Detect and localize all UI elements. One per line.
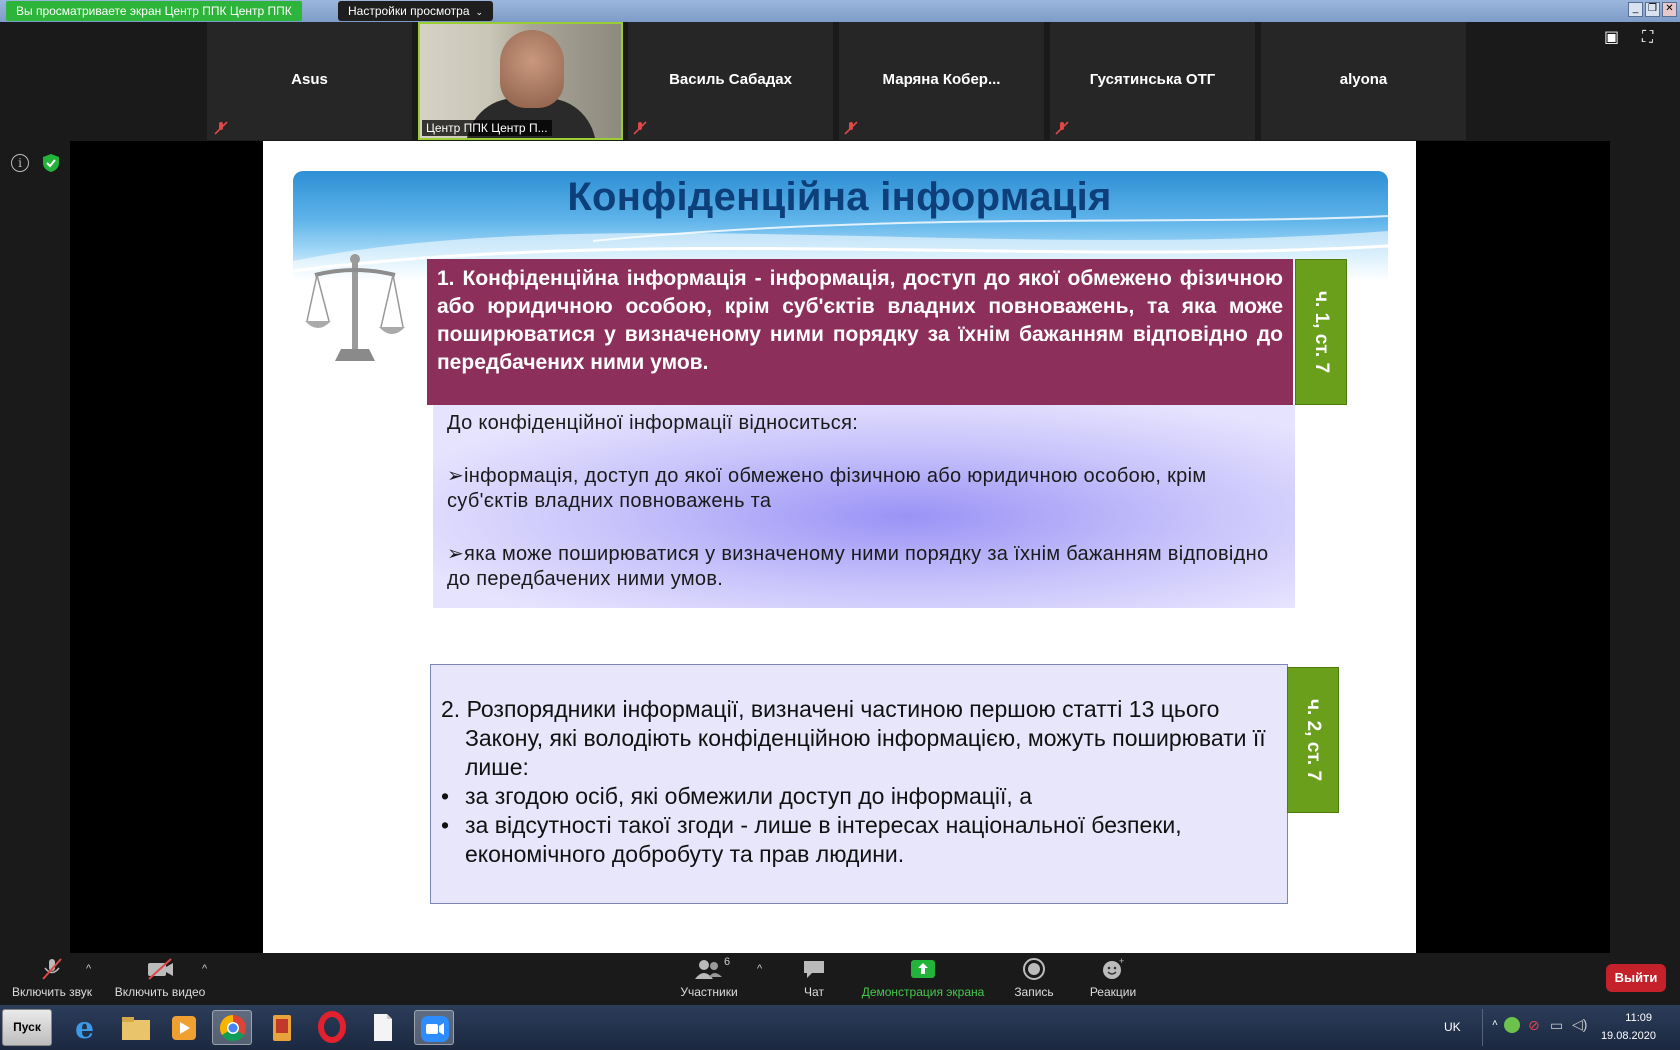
muted-mic-icon: [633, 121, 647, 135]
start-video-label: Включить видео: [114, 985, 206, 999]
article-reference-label: ч. 2, ст. 7: [1303, 698, 1324, 782]
network-alert-icon[interactable]: ⊘: [1528, 1017, 1544, 1033]
participant-name: Василь Сабадах: [669, 71, 792, 88]
restore-icon[interactable]: ❐: [1645, 2, 1660, 17]
language-indicator[interactable]: UK: [1444, 1020, 1461, 1034]
audio-options-caret[interactable]: ^: [86, 963, 91, 975]
gallery-view-icon[interactable]: ▣: [1604, 30, 1624, 46]
chrome-icon[interactable]: [212, 1010, 252, 1045]
participants-button[interactable]: Участники: [676, 957, 742, 999]
chevron-down-icon: ⌄: [475, 7, 484, 17]
document-icon[interactable]: [362, 1010, 402, 1045]
muted-mic-icon: [1055, 121, 1069, 135]
article-reference-label: ч. 1, ст. 7: [1311, 290, 1332, 374]
participants-options-caret[interactable]: ^: [757, 963, 762, 975]
details-item: ➢яка може поширюватися у визначеному ним…: [447, 543, 1269, 590]
internet-explorer-icon[interactable]: e: [66, 1010, 106, 1046]
video-person-head: [500, 30, 564, 108]
zoom-app-icon[interactable]: [414, 1010, 454, 1045]
top-right-controls: ▣ ⛶: [1604, 30, 1662, 46]
record-button[interactable]: Запись: [1010, 957, 1058, 999]
slide-title: Конфіденційна інформація: [567, 175, 1112, 219]
monitor-icon[interactable]: ▭: [1550, 1017, 1566, 1033]
article-reference-tag: ч. 1, ст. 7: [1295, 259, 1347, 405]
participant-tile[interactable]: Asus: [207, 22, 412, 140]
record-icon: [1023, 958, 1045, 980]
info-icon[interactable]: i: [11, 154, 29, 172]
title-bar: Вы просматриваете экран Центр ППК Центр …: [0, 0, 1680, 22]
active-video-tile[interactable]: Центр ППК Центр П...: [418, 22, 623, 140]
reactions-button[interactable]: + Реакции: [1086, 957, 1140, 999]
system-tray: UK ˄ ⊘ ▭ ◁) 11:09 19.08.2020: [1440, 1005, 1680, 1050]
screen-share-notice: Вы просматриваете экран Центр ППК Центр …: [6, 1, 302, 21]
definition-text: 1. Конфіденційна інформація - інформація…: [437, 267, 1283, 374]
close-icon[interactable]: ✕: [1662, 2, 1677, 17]
participant-name: alyona: [1339, 71, 1388, 88]
svg-text:e: e: [75, 1011, 94, 1045]
participants-count: 6: [724, 956, 731, 968]
meeting-toolbar: Включить звук ^ Включить видео ^ Участни…: [0, 953, 1680, 1005]
muted-mic-icon: [844, 121, 858, 135]
reaction-emoji-icon: +: [1103, 957, 1124, 979]
article-reference-tag: ч. 2, ст. 7: [1287, 667, 1339, 813]
share-screen-button[interactable]: Демонстрация экрана: [858, 957, 988, 999]
participant-name: Asus: [291, 71, 328, 88]
zoom-window: Вы просматриваете экран Центр ППК Центр …: [0, 0, 1680, 1050]
start-button[interactable]: Пуск: [2, 1009, 52, 1046]
share-screen-icon: [911, 960, 935, 978]
opera-icon[interactable]: [312, 1010, 352, 1045]
chat-button[interactable]: Чат: [794, 957, 834, 999]
disposers-box: 2. Розпорядники інформації, визначені ча…: [430, 664, 1288, 904]
participants-label: Участники: [680, 985, 738, 999]
disposers-list: за згодою осіб, які обмежили доступ до і…: [441, 782, 1275, 869]
svg-text:+: +: [1119, 957, 1124, 966]
start-video-button[interactable]: Включить видео: [112, 957, 208, 999]
clock-time[interactable]: 11:09: [1625, 1012, 1652, 1024]
file-explorer-icon[interactable]: [116, 1010, 156, 1045]
os-taskbar: Пуск e UK ˄ ⊘ ▭ ◁) 11:09 19.08.2020: [0, 1005, 1680, 1050]
participants-icon: [695, 960, 722, 979]
participant-tile[interactable]: Маряна Кобер...: [839, 22, 1044, 140]
video-options-caret[interactable]: ^: [202, 963, 207, 975]
scales-of-justice-icon: [305, 254, 405, 361]
archive-app-icon[interactable]: [262, 1010, 302, 1045]
clock-date[interactable]: 19.08.2020: [1601, 1030, 1656, 1042]
show-hidden-icons-icon[interactable]: ˄: [1492, 1018, 1498, 1029]
details-intro: До конфіденційної інформації відноситься…: [447, 412, 859, 434]
chat-label: Чат: [804, 985, 824, 999]
volume-icon[interactable]: ◁): [1572, 1016, 1588, 1032]
definition-box: 1. Конфіденційна інформація - інформація…: [427, 259, 1293, 405]
record-label: Запись: [1014, 985, 1054, 999]
tray-divider: [1482, 1009, 1483, 1046]
video-off-icon: [148, 958, 173, 980]
tray-app-icon[interactable]: [1504, 1017, 1520, 1033]
participant-name: Центр ППК Центр П...: [422, 120, 552, 136]
participant-tile[interactable]: alyona: [1261, 22, 1466, 140]
leave-meeting-button[interactable]: Выйти: [1606, 964, 1666, 992]
list-item: за відсутності такої згоди - лише в інте…: [441, 811, 1275, 869]
participant-name: Гусятинська ОТГ: [1089, 71, 1216, 88]
disposers-paragraph: 2. Розпорядники інформації, визначені ча…: [441, 696, 1266, 780]
muted-mic-icon: [214, 121, 228, 135]
share-screen-label: Демонстрация экрана: [861, 985, 985, 999]
view-options-dropdown[interactable]: Настройки просмотра ⌄: [338, 1, 494, 21]
participant-tile[interactable]: Василь Сабадах: [628, 22, 833, 140]
fullscreen-icon[interactable]: ⛶: [1642, 30, 1662, 46]
unmute-label: Включить звук: [11, 985, 93, 999]
definition-details-box: До конфіденційної інформації відноситься…: [433, 405, 1295, 608]
participant-name: Маряна Кобер...: [882, 71, 1001, 88]
minimize-icon[interactable]: _: [1628, 2, 1643, 17]
view-options-label: Настройки просмотра: [348, 4, 470, 18]
list-item: за згодою осіб, які обмежили доступ до і…: [441, 782, 1275, 811]
reactions-label: Реакции: [1089, 985, 1137, 999]
chat-icon: [804, 961, 824, 978]
presentation-slide: Конфіденційна інформація 1. Конфіденційн…: [263, 141, 1416, 953]
start-label: Пуск: [13, 1020, 41, 1034]
details-item: ➢інформація, доступ до якої обмежено фіз…: [447, 465, 1207, 512]
media-player-icon[interactable]: [164, 1010, 204, 1045]
shield-icon[interactable]: [42, 153, 60, 173]
muted-mic-icon: [42, 958, 62, 980]
participant-tile[interactable]: Гусятинська ОТГ: [1050, 22, 1255, 140]
unmute-button[interactable]: Включить звук: [8, 957, 96, 999]
